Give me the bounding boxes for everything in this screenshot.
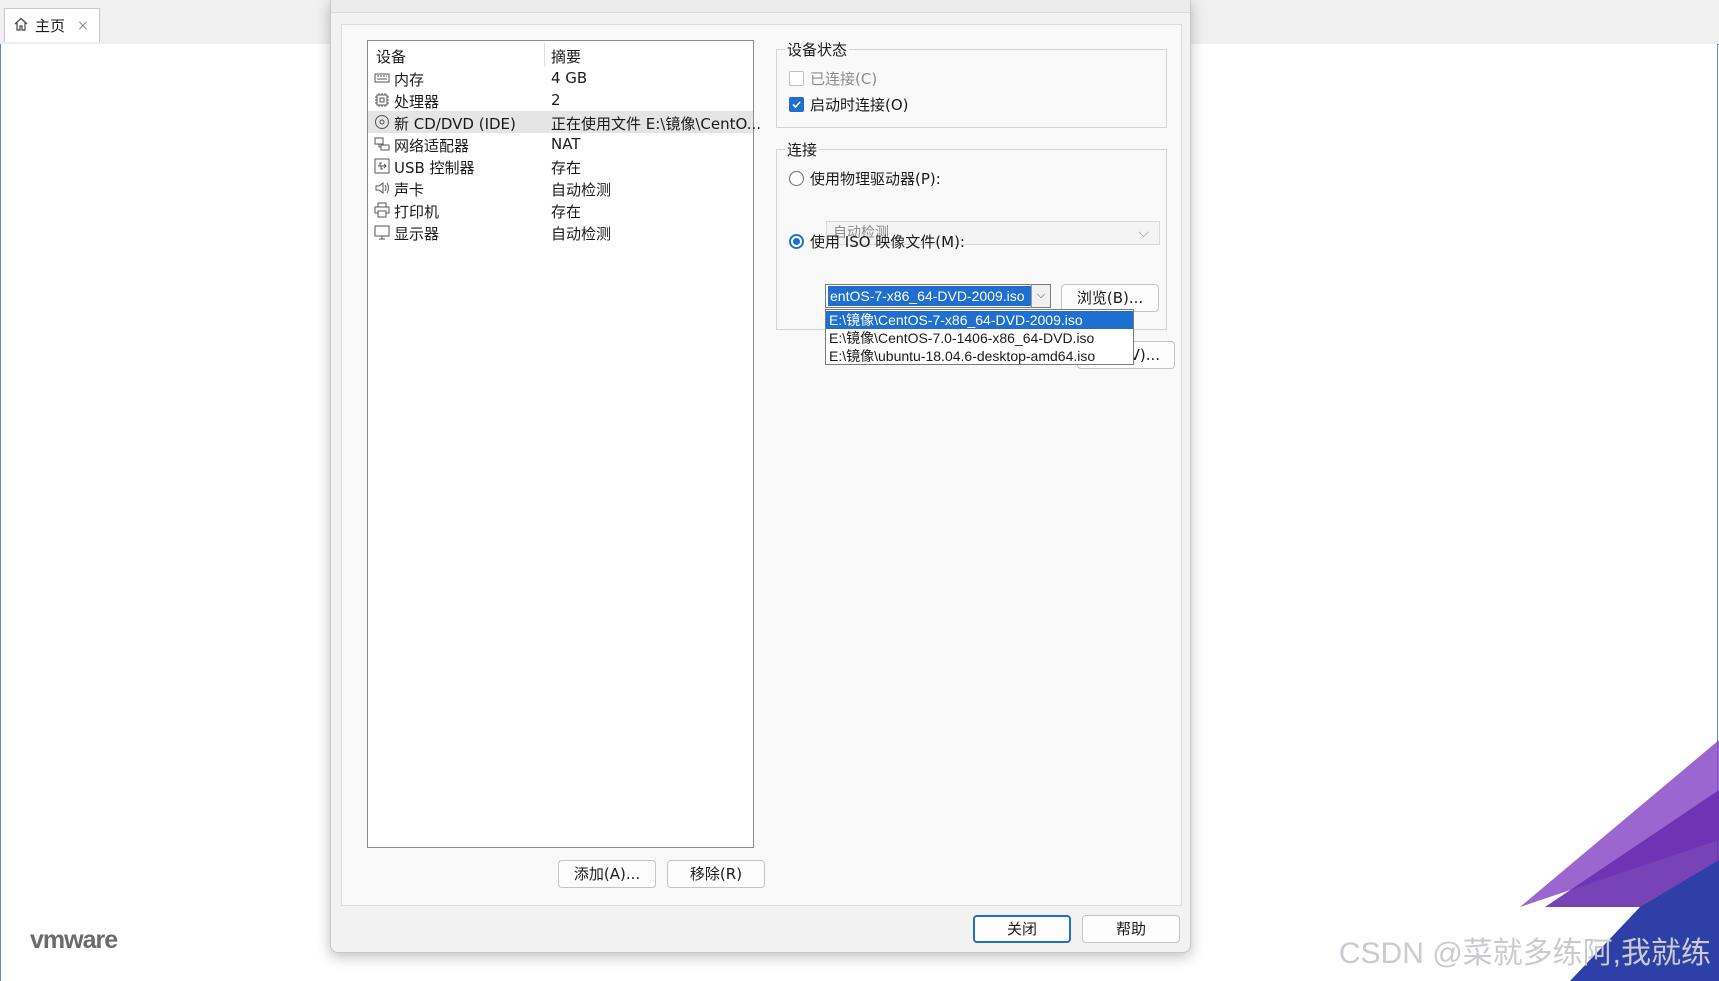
device-row-processor[interactable]: 处理器 2: [368, 89, 753, 111]
device-name: 网络适配器: [394, 137, 470, 155]
device-row-display[interactable]: 显示器 自动检测: [368, 221, 753, 243]
device-summary: 自动检测: [551, 225, 612, 243]
remove-button[interactable]: 移除(R): [667, 860, 765, 888]
usb-icon: [374, 158, 390, 174]
device-name: USB 控制器: [394, 159, 475, 177]
iso-path-input[interactable]: entOS-7-x86_64-DVD-2009.iso: [828, 286, 1032, 306]
header-device[interactable]: 设备: [376, 46, 406, 67]
display-icon: [374, 225, 390, 240]
iso-image-label: 使用 ISO 映像文件(M):: [810, 233, 965, 251]
device-name: 显示器: [394, 225, 440, 243]
device-name: 处理器: [394, 93, 440, 111]
chevron-down-icon: ⌵: [1138, 225, 1149, 241]
device-name: 声卡: [394, 181, 425, 199]
device-list[interactable]: 设备 摘要 内存 4 GB 处理器 2 新 CD/DVD (IDE) 正在使用文…: [367, 40, 761, 848]
sound-card-icon: [375, 182, 389, 194]
chevron-down-icon[interactable]: ⌵: [1031, 285, 1050, 307]
device-name: 内存: [394, 71, 425, 89]
header-summary[interactable]: 摘要: [551, 46, 581, 67]
column-separator[interactable]: [544, 43, 545, 67]
vmware-logo: vmware: [30, 926, 118, 954]
help-button[interactable]: 帮助: [1082, 915, 1180, 943]
device-row-printer[interactable]: 打印机 存在: [368, 199, 753, 221]
home-icon: [13, 16, 29, 36]
physical-drive-radio[interactable]: 使用物理驱动器(P):: [789, 168, 941, 189]
printer-icon: [374, 202, 390, 218]
iso-path-dropdown[interactable]: E:\镜像\CentOS-7-x86_64-DVD-2009.iso E:\镜像…: [825, 309, 1134, 365]
device-row-sound[interactable]: 声卡 自动检测: [368, 177, 753, 199]
dropdown-option[interactable]: E:\镜像\CentOS-7.0-1406-x86_64-DVD.iso: [826, 329, 1133, 347]
iso-image-radio[interactable]: 使用 ISO 映像文件(M):: [789, 231, 965, 252]
device-summary: 存在: [551, 203, 582, 221]
connect-on-start-checkbox[interactable]: 启动时连接(O): [789, 94, 909, 115]
tab-home-label: 主页: [35, 17, 66, 35]
network-adapter-icon: [374, 137, 390, 151]
device-summary: 2: [551, 91, 561, 109]
connection-title: 连接: [785, 139, 820, 160]
memory-icon: [374, 73, 390, 83]
cpu-icon: [375, 93, 389, 107]
device-status-title: 设备状态: [785, 39, 850, 60]
device-row-memory[interactable]: 内存 4 GB: [368, 67, 753, 89]
device-name: 打印机: [394, 203, 440, 221]
device-list-header: 设备 摘要: [368, 41, 753, 69]
device-row-usb[interactable]: USB 控制器 存在: [368, 155, 753, 177]
dropdown-option[interactable]: E:\镜像\CentOS-7-x86_64-DVD-2009.iso: [826, 311, 1133, 329]
connected-label: 已连接(C): [810, 70, 878, 88]
device-row-cd-dvd[interactable]: 新 CD/DVD (IDE) 正在使用文件 E:\镜像\CentO...: [368, 111, 761, 133]
cd-dvd-icon: [375, 115, 389, 129]
iso-path-combobox[interactable]: entOS-7-x86_64-DVD-2009.iso ⌵: [825, 284, 1051, 308]
tab-close-icon[interactable]: ×: [77, 18, 89, 34]
vm-settings-dialog: 设备 摘要 内存 4 GB 处理器 2 新 CD/DVD (IDE) 正在使用文…: [330, 0, 1191, 953]
device-summary: 存在: [551, 159, 582, 177]
close-button[interactable]: 关闭: [973, 915, 1071, 943]
dropdown-option[interactable]: E:\镜像\ubuntu-18.04.6-desktop-amd64.iso: [826, 347, 1133, 365]
dialog-top-bar: [331, 0, 1190, 13]
csdn-watermark: CSDN @菜就多练阿,我就练: [1338, 937, 1711, 970]
browse-button[interactable]: 浏览(B)...: [1061, 284, 1159, 312]
connect-on-start-label: 启动时连接(O): [810, 96, 909, 114]
device-name: 新 CD/DVD (IDE): [394, 115, 516, 133]
device-summary: 4 GB: [551, 69, 588, 87]
add-button[interactable]: 添加(A)...: [558, 860, 656, 888]
physical-drive-label: 使用物理驱动器(P):: [810, 170, 941, 188]
device-summary: NAT: [551, 135, 581, 153]
device-summary: 正在使用文件 E:\镜像\CentO...: [551, 115, 762, 133]
device-row-network[interactable]: 网络适配器 NAT: [368, 133, 753, 155]
connected-checkbox[interactable]: 已连接(C): [789, 68, 877, 89]
radio-indicator: [789, 234, 804, 249]
checkbox-box: [789, 71, 804, 86]
tab-home[interactable]: 主页 ×: [4, 8, 100, 42]
radio-indicator: [789, 171, 804, 186]
checkmark-icon: [789, 97, 804, 112]
device-summary: 自动检测: [551, 181, 612, 199]
hardware-panel: 设备 摘要 内存 4 GB 处理器 2 新 CD/DVD (IDE) 正在使用文…: [341, 24, 1182, 906]
